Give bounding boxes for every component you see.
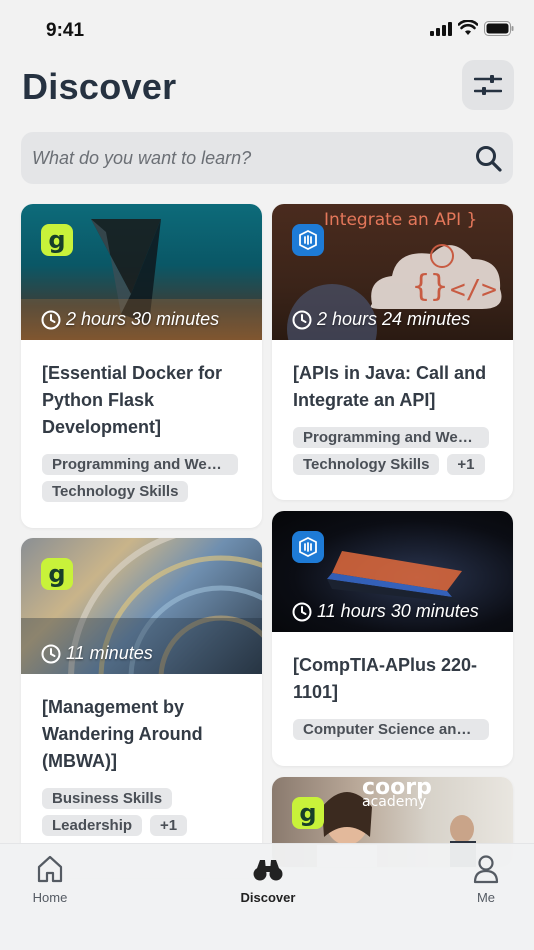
clock-icon [41,310,61,329]
provider-badge [292,224,324,256]
provider-badge: g [41,558,73,590]
provider-badge [292,531,324,563]
duration-label: 11 minutes [41,643,153,664]
tag-list: Business Skills Leadership +1 [21,775,262,836]
tab-label: Me [476,890,496,905]
tag: Technology Skills [293,454,440,475]
provider-badge: g [41,224,73,256]
person-icon [473,855,499,884]
binoculars-icon [253,860,283,881]
tag: Technology Skills [42,481,189,502]
page-title: Discover [22,66,177,107]
tag-list: Programming and Web... Technology Skills… [272,414,513,475]
status-time: 9:41 [46,20,85,41]
duration-label: 11 hours 30 minutes [292,601,479,622]
tab-label: Home [32,890,68,905]
duration-text: 11 hours 30 minutes [317,601,479,621]
duration-label: 2 hours 30 minutes [41,309,219,330]
duration-text: 2 hours 24 minutes [317,309,471,329]
course-card[interactable]: {} </> Integrate an API } 2 hours 24 min… [272,204,513,500]
clock-icon [292,602,312,621]
sliders-icon [474,75,502,95]
tag: Business Skills [42,788,173,809]
cellular-signal-icon [430,22,452,36]
duration-label: 2 hours 24 minutes [292,309,470,330]
tag: Programming and Web... [42,454,238,475]
tab-bar: Home Discover Me [0,843,534,950]
status-bar: 9:41 [0,0,534,60]
tab-discover[interactable]: Discover [218,844,318,905]
duration-text: 11 minutes [66,643,153,663]
tag: Leadership [42,815,143,836]
tab-me[interactable]: Me [436,844,534,905]
filter-button[interactable] [462,60,514,110]
svg-text:{}: {} [412,269,448,304]
tag-more-count: +1 [150,815,188,836]
provider-badge: g [292,797,324,829]
thumbnail-brand-sub: academy [362,794,427,810]
course-thumbnail: g 11 minutes [21,538,262,674]
course-title: [Essential Docker for Python Flask Devel… [42,363,223,437]
course-title: [CompTIA-APlus 220-1101] [293,655,478,702]
tag-list: Programming and Web... Technology Skills [21,441,262,502]
tab-home[interactable]: Home [0,844,100,905]
clock-icon [41,644,61,663]
course-title: [APIs in Java: Call and Integrate an API… [293,363,487,410]
battery-icon [484,21,514,36]
tag-list: Computer Science and ... [272,706,513,740]
course-thumbnail: g 2 hours 30 minutes [21,204,262,340]
duration-text: 2 hours 30 minutes [66,309,220,329]
search-bar[interactable] [21,132,513,184]
search-input[interactable] [21,132,461,184]
wifi-icon [458,20,478,35]
tag: Programming and Web... [293,427,489,448]
udemy-business-icon [299,229,317,251]
course-thumbnail: 11 hours 30 minutes [272,511,513,632]
tag-more-count: +1 [447,454,485,475]
tag: Computer Science and ... [293,719,489,740]
svg-text:</>: </> [450,275,497,305]
course-card[interactable]: g 2 hours 30 minutes [Essential Docker f… [21,204,262,528]
clock-icon [292,310,312,329]
search-icon[interactable] [475,145,503,173]
udemy-business-icon [299,536,317,558]
course-card[interactable]: 11 hours 30 minutes [CompTIA-APlus 220-1… [272,511,513,766]
course-card[interactable]: g 11 minutes [Management by Wandering Ar… [21,538,262,878]
home-icon [37,855,63,883]
tab-label: Discover [240,890,296,905]
course-title: [Management by Wandering Around (MBWA)] [42,697,203,771]
thumbnail-caption: Integrate an API } [324,210,478,230]
course-thumbnail: {} </> Integrate an API } 2 hours 24 min… [272,204,513,340]
